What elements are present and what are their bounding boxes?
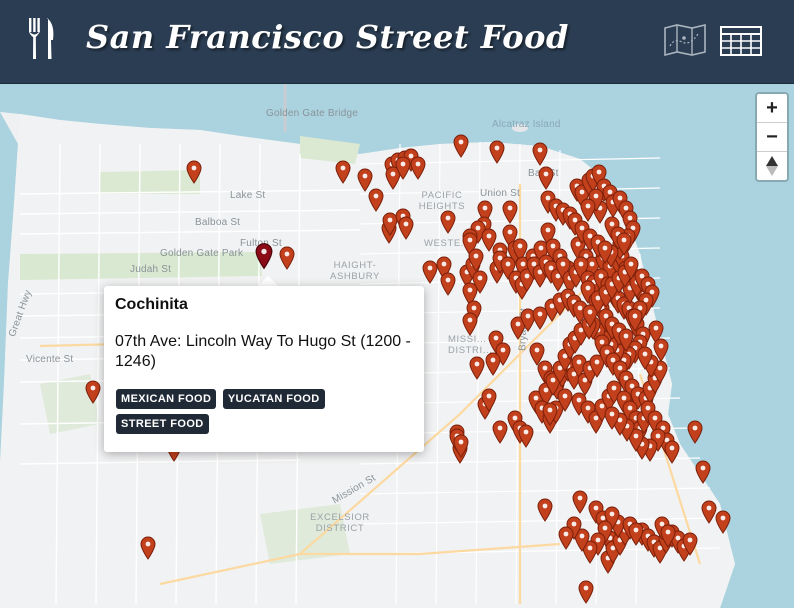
label-lake-st: Lake St: [230, 190, 266, 201]
food-truck-marker[interactable]: [440, 210, 456, 234]
folded-map-icon[interactable]: [664, 24, 706, 56]
truck-popup: Cochinita 07th Ave: Lincoln Way To Hugo …: [104, 286, 424, 452]
truck-name: Cochinita: [115, 296, 188, 313]
label-balboa-st: Balboa St: [195, 217, 241, 228]
food-truck-marker[interactable]: [453, 134, 469, 158]
food-truck-marker[interactable]: [653, 338, 669, 362]
selected-truck-marker[interactable]: [255, 242, 273, 270]
food-truck-marker[interactable]: [627, 308, 643, 332]
label-pacific-heights: PACIFIC HEIGHTS: [418, 190, 466, 212]
food-truck-marker[interactable]: [580, 198, 596, 222]
food-truck-marker[interactable]: [578, 580, 594, 604]
food-truck-marker[interactable]: [538, 166, 554, 190]
food-truck-marker[interactable]: [572, 490, 588, 514]
food-truck-marker[interactable]: [395, 156, 411, 180]
food-truck-marker[interactable]: [481, 388, 497, 412]
food-truck-marker[interactable]: [660, 524, 676, 548]
food-truck-marker[interactable]: [518, 424, 534, 448]
popup-tip: [258, 276, 278, 286]
food-truck-marker[interactable]: [616, 232, 632, 256]
cuisine-tag: STREET FOOD: [116, 414, 209, 434]
food-truck-marker[interactable]: [440, 272, 456, 296]
cuisine-tag: MEXICAN FOOD: [116, 389, 217, 409]
cuisine-tag: YUCATAN FOOD: [222, 389, 325, 409]
food-truck-marker[interactable]: [368, 188, 384, 212]
food-truck-marker[interactable]: [532, 142, 548, 166]
food-truck-marker[interactable]: [186, 160, 202, 184]
fork-knife-icon: [29, 18, 54, 59]
label-haight-ashbury: HAIGHT-ASHBURY: [330, 260, 380, 282]
label-golden-gate-park: Golden Gate Park: [160, 248, 244, 259]
table-grid-icon[interactable]: [720, 26, 762, 56]
reset-bearing-button[interactable]: [757, 152, 787, 180]
food-truck-marker[interactable]: [502, 200, 518, 224]
zoom-out-button[interactable]: −: [757, 123, 787, 152]
food-truck-marker[interactable]: [85, 380, 101, 404]
label-union-st: Union St: [480, 188, 520, 199]
food-truck-marker[interactable]: [687, 420, 703, 444]
food-truck-marker[interactable]: [537, 498, 553, 522]
app-header: San Francisco Street Food: [0, 0, 794, 84]
truck-address: 07th Ave: Lincoln Way To Hugo St (1200 -…: [115, 333, 411, 370]
food-truck-marker[interactable]: [637, 346, 653, 370]
compass-icon: [766, 156, 778, 176]
food-truck-marker[interactable]: [695, 460, 711, 484]
food-truck-marker[interactable]: [140, 536, 156, 560]
food-truck-marker[interactable]: [398, 216, 414, 240]
food-truck-marker[interactable]: [469, 356, 485, 380]
food-truck-marker[interactable]: [485, 352, 501, 376]
food-truck-marker[interactable]: [468, 248, 484, 272]
food-truck-marker[interactable]: [604, 406, 620, 430]
zoom-in-button[interactable]: +: [757, 94, 787, 123]
food-truck-marker[interactable]: [542, 402, 558, 426]
cuisine-tags: MEXICAN FOOD YUCATAN FOOD STREET FOOD: [116, 389, 416, 439]
food-truck-marker[interactable]: [492, 420, 508, 444]
food-truck-marker[interactable]: [279, 246, 295, 270]
food-truck-marker[interactable]: [628, 522, 644, 546]
food-truck-marker[interactable]: [335, 160, 351, 184]
food-truck-marker[interactable]: [410, 156, 426, 180]
label-vicente-st: Vicente St: [26, 354, 74, 365]
label-alcatraz: Alcatraz Island: [492, 119, 561, 130]
label-excelsior-district: EXCELSIOR DISTRICT: [310, 512, 370, 534]
zoom-control: + −: [755, 92, 789, 182]
label-golden-gate-bridge: Golden Gate Bridge: [266, 108, 358, 119]
food-truck-marker[interactable]: [558, 526, 574, 550]
label-judah-st: Judah St: [130, 264, 172, 275]
food-truck-marker[interactable]: [453, 434, 469, 458]
food-truck-marker[interactable]: [489, 140, 505, 164]
food-truck-marker[interactable]: [664, 440, 680, 464]
app-title: San Francisco Street Food: [86, 18, 569, 56]
food-truck-marker[interactable]: [462, 312, 478, 336]
food-truck-marker[interactable]: [623, 256, 639, 280]
food-truck-marker[interactable]: [682, 532, 698, 556]
food-truck-marker[interactable]: [715, 510, 731, 534]
